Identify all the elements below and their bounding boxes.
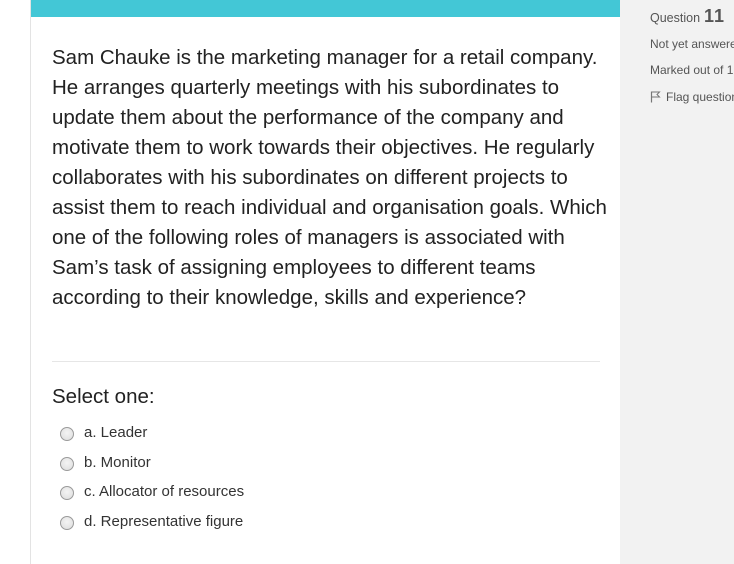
card-accent-bar [31, 0, 621, 17]
question-grade: Marked out of 1.00 [650, 63, 734, 77]
answer-option-a[interactable]: a. Leader [60, 418, 580, 448]
divider [52, 361, 600, 362]
question-state: Not yet answered [650, 37, 734, 51]
answer-list: a. Leader b. Monitor c. Allocator of res… [60, 418, 580, 536]
left-gutter [0, 0, 30, 564]
answer-label: a. Leader [84, 424, 148, 442]
answer-option-b[interactable]: b. Monitor [60, 448, 580, 478]
question-text: Sam Chauke is the marketing manager for … [52, 46, 607, 309]
question-number: Question 11 [650, 6, 725, 27]
answer-label: b. Monitor [84, 453, 151, 471]
question-number-label: Question [650, 11, 701, 25]
flag-question-link[interactable]: Flag question [650, 90, 734, 104]
answer-label: c. Allocator of resources [84, 483, 245, 501]
radio-button[interactable] [60, 515, 74, 530]
flag-question-label: Flag question [666, 90, 734, 104]
select-one-prompt: Select one: [52, 385, 155, 408]
answer-label: d. Representative figure [84, 512, 244, 530]
radio-button[interactable] [60, 427, 74, 442]
question-card: Sam Chauke is the marketing manager for … [30, 0, 621, 564]
radio-button[interactable] [60, 456, 74, 471]
answer-option-c[interactable]: c. Allocator of resources [60, 477, 580, 507]
answer-option-d[interactable]: d. Representative figure [60, 507, 580, 537]
quiz-page: Sam Chauke is the marketing manager for … [0, 0, 734, 564]
question-info-panel: Question11 Not yet answered Marked out o… [620, 0, 734, 564]
question-number-value: 11 [704, 6, 726, 26]
flag-icon [650, 91, 661, 103]
radio-button[interactable] [60, 486, 74, 501]
